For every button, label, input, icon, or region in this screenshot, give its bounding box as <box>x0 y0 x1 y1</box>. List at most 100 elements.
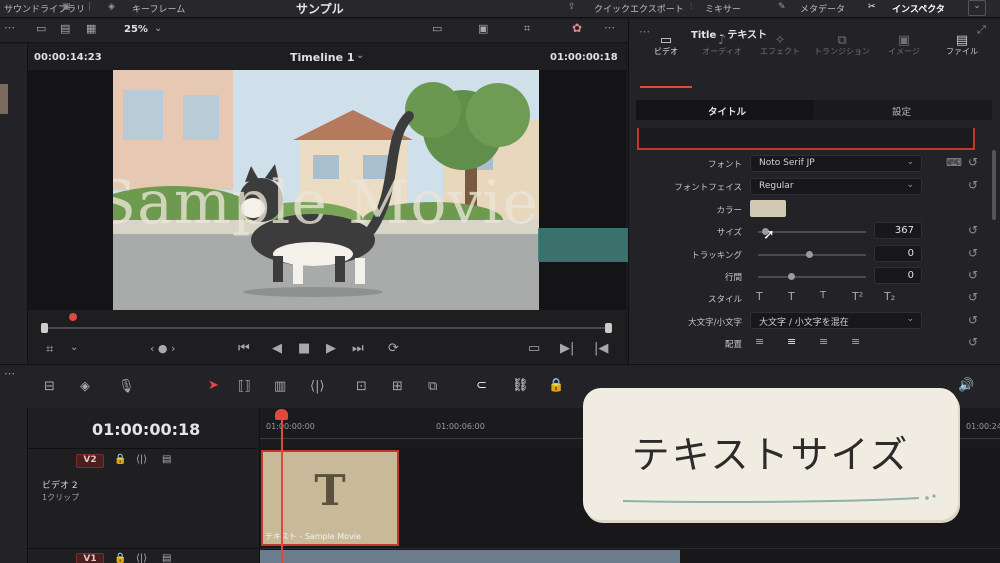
lock-icon[interactable]: 🔒 <box>114 454 126 465</box>
size-value-field[interactable]: 367 <box>874 222 922 239</box>
scrub-bar[interactable] <box>44 327 610 329</box>
scrub-playhead[interactable] <box>69 313 77 321</box>
quick-export-button[interactable]: クイックエクスポート <box>594 2 684 15</box>
crop-icon[interactable]: ⌗ <box>46 342 53 357</box>
slip-tool-icon[interactable]: ⟨|⟩ <box>310 379 325 394</box>
next-edit-icon[interactable]: ▶| <box>560 341 574 356</box>
superscript-icon[interactable]: T² <box>852 290 863 303</box>
marker-icon[interactable]: ◈ <box>80 379 90 394</box>
text-smallcaps-icon[interactable]: T <box>820 290 826 301</box>
thumbnail[interactable] <box>0 84 8 114</box>
tab-effects[interactable]: エフェクト <box>750 46 810 57</box>
track-id-v2[interactable]: V2 <box>76 454 104 468</box>
more-icon[interactable]: ⋯ <box>4 367 15 380</box>
chevron-down-icon[interactable]: ⌄ <box>70 342 78 353</box>
linespacing-slider-knob[interactable] <box>788 273 795 280</box>
more-icon[interactable]: ⋯ <box>4 21 15 34</box>
display-icon[interactable]: ▦ <box>86 22 96 35</box>
reset-icon[interactable]: ↺ <box>968 313 978 327</box>
text-caps-icon[interactable]: T <box>788 290 795 303</box>
color-swatch[interactable] <box>750 200 786 217</box>
auto-select-icon[interactable]: ⟨|⟩ <box>136 553 147 563</box>
microphone-icon[interactable]: 🎙 <box>118 379 135 394</box>
tab-image[interactable]: イメージ <box>874 46 934 57</box>
sound-library-button[interactable]: サウンドライブラリ <box>4 2 85 15</box>
selection-tool-icon[interactable]: ➤ <box>208 378 219 393</box>
case-dropdown[interactable]: 大文字 / 小文字を混在 ⌄ <box>750 312 922 329</box>
overwrite-icon[interactable]: ⊞ <box>392 379 403 394</box>
play-icon[interactable]: ▶ <box>326 341 336 356</box>
playhead-handle[interactable] <box>275 409 288 420</box>
tab-audio[interactable]: オーディオ <box>692 46 752 57</box>
color-picker-icon[interactable]: ✿ <box>572 21 582 35</box>
play-reverse-icon[interactable]: ◀ <box>272 341 282 356</box>
title-overlay-text[interactable]: Sample Movie <box>113 168 539 238</box>
auto-select-icon[interactable]: ⟨|⟩ <box>136 454 147 465</box>
align-justify-icon[interactable]: ≡ <box>851 335 860 348</box>
playback-icon[interactable]: ▣ <box>478 22 488 35</box>
loop-icon[interactable]: ⟳ <box>388 341 399 356</box>
snapping-icon[interactable]: ⊂ <box>476 378 487 393</box>
in-point-handle[interactable] <box>41 323 48 333</box>
tab-file[interactable]: ファイル <box>932 46 992 57</box>
chevron-down-icon[interactable]: ⌄ <box>154 23 162 34</box>
video-clip[interactable] <box>260 550 680 563</box>
reset-icon[interactable]: ↺ <box>968 290 978 304</box>
inspector-button[interactable]: インスペクタ <box>892 2 945 15</box>
volume-icon[interactable]: 🔊 <box>958 378 974 393</box>
film-icon[interactable]: ▤ <box>162 454 171 465</box>
lock-icon[interactable]: 🔒 <box>548 378 564 393</box>
reset-icon[interactable]: ↺ <box>968 268 978 282</box>
match-frame-icon[interactable]: ▭ <box>528 341 540 356</box>
prev-edit-icon[interactable]: |◀ <box>594 341 608 356</box>
link-icon[interactable]: ⛓ <box>512 378 529 393</box>
transform-icon[interactable]: ⌗ <box>524 22 530 36</box>
skip-back-icon[interactable]: ⏮ <box>238 341 250 356</box>
metadata-button[interactable]: メタデータ <box>800 2 845 15</box>
viewer-layout-icon[interactable]: ▭ <box>36 22 46 35</box>
track-id-v1[interactable]: V1 <box>76 553 104 563</box>
align-right-icon[interactable]: ≡ <box>819 335 828 348</box>
timeline-name[interactable]: Timeline 1 <box>290 51 355 64</box>
text-normal-icon[interactable]: T <box>756 290 763 303</box>
linespacing-value-field[interactable]: 0 <box>874 267 922 284</box>
rich-text-field[interactable] <box>637 128 975 150</box>
skip-forward-icon[interactable]: ⏭ <box>352 341 364 356</box>
timeline-playhead[interactable] <box>281 412 283 563</box>
tab-video[interactable]: ビデオ <box>636 46 696 57</box>
more-icon[interactable]: ⋯ <box>604 21 615 34</box>
tab-transition[interactable]: トランジション <box>812 46 872 57</box>
keyframe-button[interactable]: キーフレーム <box>132 2 185 15</box>
viewer-mode-icon[interactable]: ▤ <box>60 22 70 35</box>
subtab-title[interactable]: タイトル <box>708 104 746 118</box>
trim-tool-icon[interactable]: ⟦⟧ <box>238 379 251 394</box>
replace-icon[interactable]: ⧉ <box>428 379 437 394</box>
blade-tool-icon[interactable]: ▥ <box>274 379 286 394</box>
chevron-down-icon[interactable]: ⌄ <box>356 50 364 61</box>
tracking-slider-knob[interactable] <box>806 251 813 258</box>
fontface-dropdown[interactable]: Regular ⌄ <box>750 178 922 195</box>
align-left-icon[interactable]: ≡ <box>755 335 764 348</box>
font-dropdown[interactable]: Noto Serif JP ⌄ <box>750 155 922 172</box>
linespacing-slider[interactable] <box>758 276 866 278</box>
out-point-handle[interactable] <box>605 323 612 333</box>
timeline-view-icon[interactable]: ⊟ <box>44 379 55 394</box>
subtab-settings[interactable]: 設定 <box>892 104 911 118</box>
inspector-scrollbar[interactable] <box>992 150 996 220</box>
insert-icon[interactable]: ⊡ <box>356 379 367 394</box>
subscript-icon[interactable]: T₂ <box>884 290 895 303</box>
film-icon[interactable]: ▤ <box>162 553 171 563</box>
zoom-level[interactable]: 25% <box>124 24 148 35</box>
reset-icon[interactable]: ↺ <box>968 246 978 260</box>
reset-icon[interactable]: ↺ <box>968 178 978 192</box>
jog-icon[interactable]: ‹ ● › <box>150 342 175 355</box>
align-center-icon[interactable]: ≡ <box>787 335 796 348</box>
keyboard-icon[interactable]: ⌨ <box>946 156 962 169</box>
safe-area-icon[interactable]: ▭ <box>432 22 442 35</box>
reset-icon[interactable]: ↺ <box>968 155 978 169</box>
reset-icon[interactable]: ↺ <box>968 335 978 349</box>
stop-icon[interactable]: ■ <box>298 341 310 356</box>
tracking-value-field[interactable]: 0 <box>874 245 922 262</box>
reset-icon[interactable]: ↺ <box>968 223 978 237</box>
lock-icon[interactable]: 🔒 <box>114 553 126 563</box>
